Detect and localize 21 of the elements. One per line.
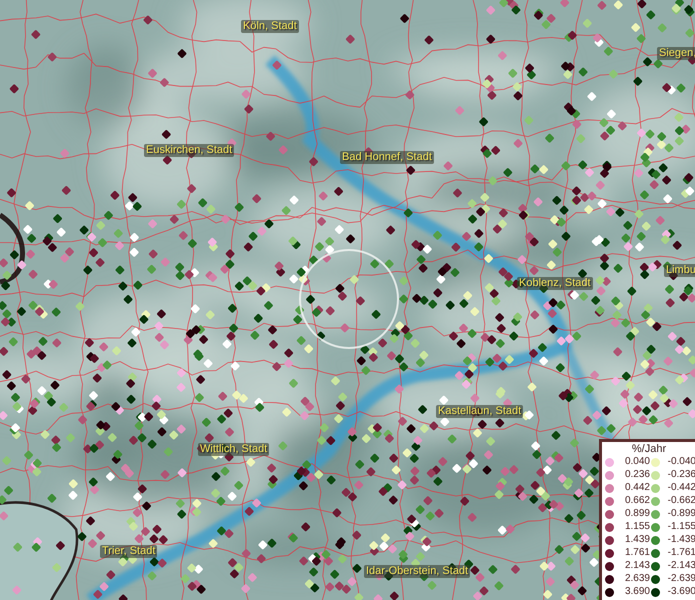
legend-value: 2.639 <box>624 573 650 585</box>
legend-value: 0.662 <box>624 495 650 507</box>
legend-value: 1.439 <box>624 534 650 546</box>
place-label: Trier, Stadt <box>100 545 158 558</box>
legend-value: 0.040 <box>624 456 650 468</box>
place-label: Euskirchen, Stadt <box>144 144 234 157</box>
legend-title: %/Jahr <box>630 443 668 456</box>
place-label: Limbu <box>664 264 695 277</box>
legend-value: 1.155 <box>624 521 650 533</box>
legend-value: 2.143 <box>624 560 650 572</box>
legend-value: 0.899 <box>624 508 650 520</box>
legend-value: 0.236 <box>624 469 650 481</box>
place-label: Köln, Stadt <box>241 20 299 33</box>
place-label: Bad Honnef, Stadt <box>340 151 434 164</box>
legend-value: 1.761 <box>624 547 650 559</box>
legend-value: 0.442 <box>624 482 650 494</box>
legend-value: 3.690 <box>624 586 650 598</box>
place-label: Koblenz, Stadt <box>517 277 593 290</box>
place-label: Idar-Oberstein, Stadt <box>364 565 470 578</box>
place-label: Wittlich, Stadt <box>198 443 270 456</box>
place-label: Siegen, <box>657 47 695 60</box>
